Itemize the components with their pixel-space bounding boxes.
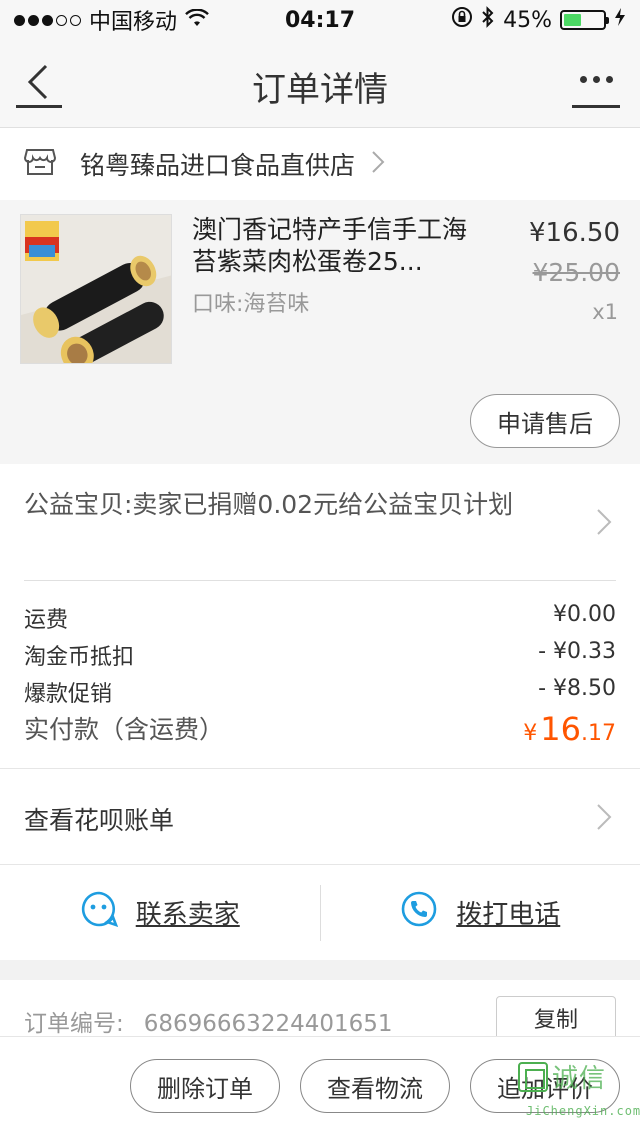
rotation-lock-icon <box>451 6 473 34</box>
huabei-bill-row[interactable]: 查看花呗账单 <box>0 768 640 864</box>
chevron-right-icon <box>596 508 612 540</box>
contact-seller-label: 联系卖家 <box>135 900 240 930</box>
fee-label: 运费 <box>24 608 69 633</box>
product-original-price: ¥25.00 <box>532 258 620 287</box>
signal-strength-icon <box>14 14 81 26</box>
fee-value: ¥0.00 <box>553 602 616 627</box>
fee-total-row: 实付款（含运费） ¥ 16 .17 <box>24 710 616 748</box>
chat-bubble-icon <box>80 890 118 935</box>
order-number-row: 订单编号: 68696663224401651 复制 <box>0 980 640 1040</box>
watermark-box-icon <box>518 1061 548 1092</box>
fee-row: 运费 ¥0.00 <box>24 602 616 634</box>
fee-label: 爆款促销 <box>24 682 113 707</box>
divider <box>24 580 616 581</box>
product-spec: 口味:海苔味 <box>192 292 310 317</box>
fee-value: - ¥0.33 <box>538 639 616 664</box>
charity-row[interactable]: 公益宝贝:卖家已捐赠0.02元给公益宝贝计划 <box>0 464 640 580</box>
bluetooth-icon <box>481 6 495 34</box>
shop-row[interactable]: 铭粤臻品进口食品直供店 <box>0 128 640 200</box>
status-bar: 中国移动 04:17 45% <box>0 0 640 40</box>
total-amount: ¥ 16 .17 <box>523 710 616 748</box>
watermark-logo: 诚信 JiChengXin.com <box>518 1058 640 1132</box>
product-title[interactable]: 澳门香记特产手信手工海苔紫菜肉松蛋卷25... <box>192 214 482 278</box>
status-left: 中国移动 <box>14 4 451 36</box>
battery-percent: 45% <box>503 7 552 33</box>
phone-icon <box>400 890 438 935</box>
fee-row: 爆款促销 - ¥8.50 <box>24 676 616 708</box>
delete-order-button[interactable]: 删除订单 <box>130 1059 280 1113</box>
more-dot-icon <box>605 76 613 83</box>
contact-bar: 联系卖家 拨打电话 <box>0 864 640 960</box>
fee-row: 淘金币抵扣 - ¥0.33 <box>24 639 616 671</box>
more-dot-icon <box>579 76 587 83</box>
product-item[interactable]: 澳门香记特产手信手工海苔紫菜肉松蛋卷25... 口味:海苔味 ¥16.50 ¥2… <box>0 200 640 464</box>
order-number-value: 68696663224401651 <box>143 1011 393 1037</box>
huabei-label: 查看花呗账单 <box>24 806 175 835</box>
total-decimal: .17 <box>581 721 616 746</box>
watermark-en: JiChengXin.com <box>526 1104 640 1118</box>
watermark-mark: 诚信 <box>518 1058 606 1095</box>
total-integer: 16 <box>540 710 581 748</box>
charity-text: 公益宝贝:卖家已捐赠0.02元给公益宝贝计划 <box>24 490 514 519</box>
contact-seller-button[interactable]: 联系卖家 <box>0 865 320 960</box>
copy-button[interactable]: 复制 <box>496 996 616 1040</box>
battery-icon <box>560 10 609 30</box>
watermark-cn: 诚信 <box>552 1064 607 1094</box>
product-quantity: x1 <box>592 300 618 324</box>
status-right: 45% <box>451 6 626 34</box>
fee-value: - ¥8.50 <box>538 676 616 701</box>
product-price: ¥16.50 <box>529 218 620 248</box>
wifi-icon <box>185 7 209 33</box>
fee-label: 淘金币抵扣 <box>24 645 135 670</box>
store-icon <box>23 147 57 181</box>
total-currency: ¥ <box>523 721 538 746</box>
after-sale-button[interactable]: 申请售后 <box>470 394 620 448</box>
order-number-label: 订单编号: <box>24 1011 124 1037</box>
nav-bar: 订单详情 <box>0 40 640 128</box>
view-logistics-button[interactable]: 查看物流 <box>300 1059 450 1113</box>
carrier-label: 中国移动 <box>89 10 178 35</box>
more-dot-icon <box>592 76 600 83</box>
charging-icon <box>614 7 626 33</box>
call-phone-label: 拨打电话 <box>456 900 561 930</box>
chevron-right-icon <box>371 150 385 178</box>
call-phone-button[interactable]: 拨打电话 <box>321 865 640 960</box>
total-label: 实付款（含运费） <box>24 715 225 744</box>
page-title: 订单详情 <box>252 70 388 110</box>
product-thumbnail[interactable] <box>20 214 172 364</box>
chevron-right-icon <box>596 803 612 835</box>
shop-name: 铭粤臻品进口食品直供店 <box>80 151 356 180</box>
more-button[interactable] <box>572 54 620 108</box>
order-number: 订单编号: 68696663224401651 <box>24 1004 393 1038</box>
fee-summary: 运费 ¥0.00 淘金币抵扣 - ¥0.33 爆款促销 - ¥8.50 实付款（… <box>0 580 640 768</box>
